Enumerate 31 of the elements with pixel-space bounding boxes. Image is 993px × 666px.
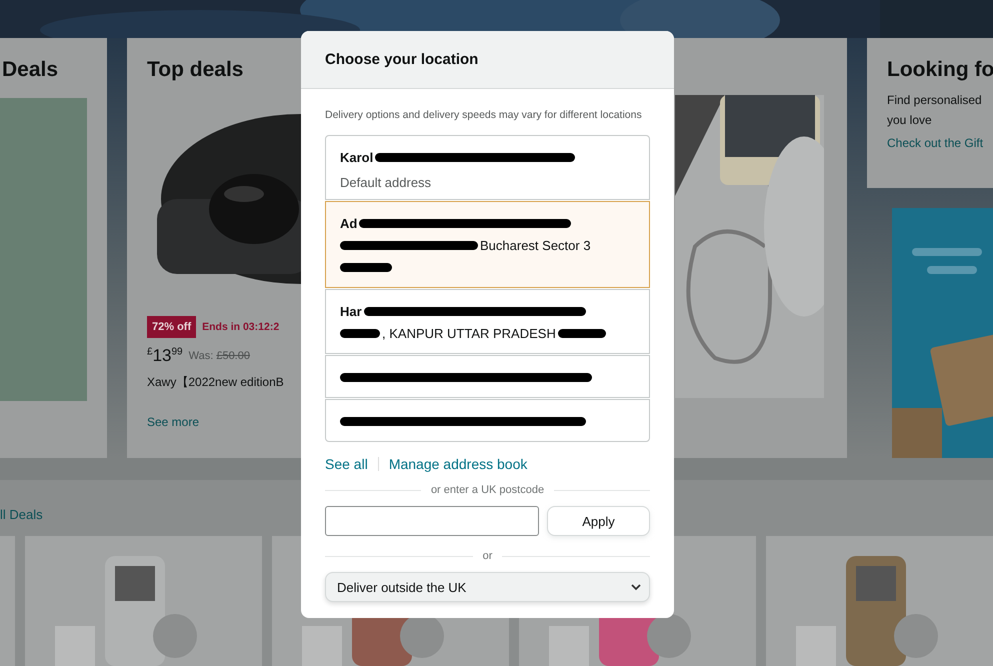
see-all-link[interactable]: See all xyxy=(325,456,368,472)
was-price: Was: £50.00 xyxy=(188,350,250,362)
postcode-field[interactable] xyxy=(325,506,539,536)
promo-text: Find personalised you love xyxy=(887,92,983,129)
discount-badge: 72% off xyxy=(147,316,196,338)
country-select[interactable]: Deliver outside the UK xyxy=(325,572,650,602)
card-title: Deals xyxy=(2,58,58,82)
chevron-down-icon xyxy=(631,584,641,590)
address-option[interactable]: Karol Default address xyxy=(325,135,650,200)
manage-address-link[interactable]: Manage address book xyxy=(388,456,528,472)
address-option[interactable] xyxy=(325,399,650,442)
address-name: Karol xyxy=(340,150,374,164)
address-name: Har xyxy=(340,304,362,318)
redaction-mark xyxy=(340,262,392,272)
divider-label: or enter a UK postcode xyxy=(430,484,544,496)
dialog-title: Choose your location xyxy=(325,51,478,68)
divider-label: or xyxy=(482,550,492,562)
deal-timer: Ends in 03:12:2 xyxy=(202,321,280,333)
address-name: Ad xyxy=(340,216,358,230)
default-address-label: Default address xyxy=(340,174,432,190)
card-title: Top deals xyxy=(147,58,244,82)
price: $^{£}$13$^{99}$ xyxy=(147,346,183,366)
address-text: , KANPUR UTTAR PRADESH xyxy=(382,326,556,340)
apply-button[interactable]: Apply xyxy=(547,506,650,536)
delivery-note: Delivery options and delivery speeds may vary for different locations xyxy=(325,108,643,123)
redaction-mark xyxy=(340,328,380,338)
address-option[interactable]: Ad Bucharest Sector 3 xyxy=(325,201,650,288)
redaction-mark xyxy=(558,328,606,338)
address-option[interactable]: Har , KANPUR UTTAR PRADESH xyxy=(325,289,650,354)
address-option[interactable] xyxy=(325,355,650,398)
address-text: Bucharest Sector 3 xyxy=(480,238,591,252)
